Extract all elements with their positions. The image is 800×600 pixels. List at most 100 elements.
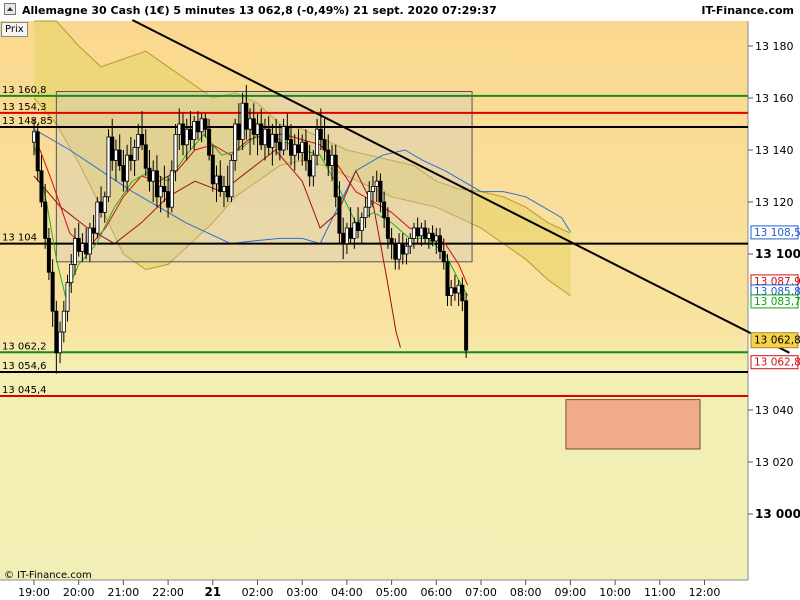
candle-body bbox=[218, 175, 223, 193]
y-tick-label: 13 140 bbox=[755, 144, 794, 157]
candle-body bbox=[192, 121, 197, 141]
candle-body bbox=[121, 165, 126, 182]
candle-body bbox=[408, 237, 413, 247]
x-tick-label: 03:00 bbox=[286, 586, 318, 599]
candle-body bbox=[333, 154, 338, 198]
candle-body bbox=[128, 154, 133, 161]
candle-body bbox=[173, 133, 178, 172]
candle-body bbox=[188, 128, 193, 140]
candle-body bbox=[117, 149, 122, 167]
candle-body bbox=[330, 154, 335, 166]
price-label: 13 062,8 bbox=[750, 355, 800, 370]
candle-body bbox=[285, 126, 290, 140]
candle-body bbox=[411, 227, 416, 239]
level-label: 13 154,3 bbox=[2, 102, 47, 113]
candle-body bbox=[91, 227, 96, 234]
candle-body bbox=[452, 287, 457, 294]
x-tick-label: 11:00 bbox=[644, 586, 676, 599]
x-tick-label: 06:00 bbox=[420, 586, 452, 599]
candle-body bbox=[460, 284, 465, 302]
candle-body bbox=[274, 133, 279, 143]
y-tick-label: 13 120 bbox=[755, 196, 794, 209]
candle-body bbox=[113, 149, 118, 161]
candle-body bbox=[315, 128, 320, 156]
candle-body bbox=[95, 201, 100, 234]
y-tick-label: 13 040 bbox=[755, 404, 794, 417]
price-label-text: 13 083,7 bbox=[754, 296, 800, 308]
candle-body bbox=[356, 222, 361, 232]
candle-body bbox=[430, 232, 435, 242]
target-zone bbox=[565, 399, 701, 450]
candle-body bbox=[456, 284, 461, 294]
x-tick-label: 22:00 bbox=[152, 586, 184, 599]
candle-body bbox=[281, 126, 286, 151]
candle-body bbox=[307, 159, 312, 177]
candle-body bbox=[125, 154, 130, 182]
candle-body bbox=[262, 128, 267, 146]
y-tick-label: 13 020 bbox=[755, 456, 794, 469]
candle-body bbox=[352, 222, 357, 239]
candle-body bbox=[374, 180, 379, 187]
candle-body bbox=[65, 282, 70, 312]
candle-body bbox=[39, 170, 44, 203]
candle-body bbox=[359, 217, 364, 232]
prix-label[interactable]: Prix bbox=[1, 22, 28, 37]
candle-body bbox=[415, 227, 420, 237]
candle-body bbox=[195, 121, 200, 133]
candle-body bbox=[102, 196, 107, 213]
candle-body bbox=[277, 141, 282, 151]
candle-body bbox=[370, 185, 375, 192]
candle-body bbox=[43, 201, 48, 239]
candle-body bbox=[322, 139, 327, 151]
x-tick-label: 05:00 bbox=[376, 586, 408, 599]
candle-body bbox=[76, 237, 81, 252]
x-tick-label: 10:00 bbox=[599, 586, 631, 599]
candle-body bbox=[58, 331, 63, 354]
candle-body bbox=[318, 128, 323, 140]
candle-body bbox=[110, 136, 115, 161]
candle-body bbox=[72, 237, 77, 265]
candle-body bbox=[385, 217, 390, 239]
price-label-text: 13 108,5 bbox=[754, 227, 800, 239]
candle-body bbox=[32, 131, 37, 143]
candle-body bbox=[393, 243, 398, 260]
candle-body bbox=[136, 133, 141, 148]
price-label: 13 108,5 bbox=[750, 225, 800, 240]
level-label: 13 160,8 bbox=[2, 85, 47, 96]
candle-body bbox=[389, 237, 394, 244]
level-label: 13 062,2 bbox=[2, 341, 47, 352]
candle-body bbox=[292, 144, 297, 156]
consolidation-box bbox=[55, 91, 473, 263]
candle-body bbox=[80, 243, 85, 252]
candle-body bbox=[151, 170, 156, 182]
candle-body bbox=[147, 167, 152, 182]
candle-body bbox=[180, 123, 185, 146]
candle-body bbox=[61, 310, 66, 333]
candle-body bbox=[248, 118, 253, 130]
candle-body bbox=[251, 118, 256, 135]
candle bbox=[106, 129, 111, 202]
candle-body bbox=[199, 118, 204, 133]
level-label: 13 104 bbox=[2, 233, 37, 244]
candle-body bbox=[140, 133, 145, 146]
candle-body bbox=[244, 102, 249, 130]
candle-body bbox=[326, 149, 331, 167]
candle bbox=[95, 196, 100, 239]
candle-body bbox=[233, 123, 238, 161]
candle-body bbox=[341, 232, 346, 244]
candle-body bbox=[132, 146, 137, 161]
price-label-text: 13 062,8 bbox=[754, 335, 800, 347]
x-tick-label: 21:00 bbox=[108, 586, 140, 599]
x-tick-label: 12:00 bbox=[689, 586, 721, 599]
target-zone-rect bbox=[565, 399, 701, 450]
candle-body bbox=[229, 159, 234, 198]
x-tick-label: 07:00 bbox=[465, 586, 497, 599]
y-tick-label: 13 160 bbox=[755, 92, 794, 105]
candle-body bbox=[143, 144, 148, 169]
x-tick-label: 09:00 bbox=[555, 586, 587, 599]
price-label: 13 062,8 bbox=[750, 332, 800, 349]
x-tick-label: 21 bbox=[204, 585, 221, 599]
candle-body bbox=[259, 123, 264, 146]
candle-body bbox=[397, 243, 402, 260]
x-tick-label: 04:00 bbox=[331, 586, 363, 599]
